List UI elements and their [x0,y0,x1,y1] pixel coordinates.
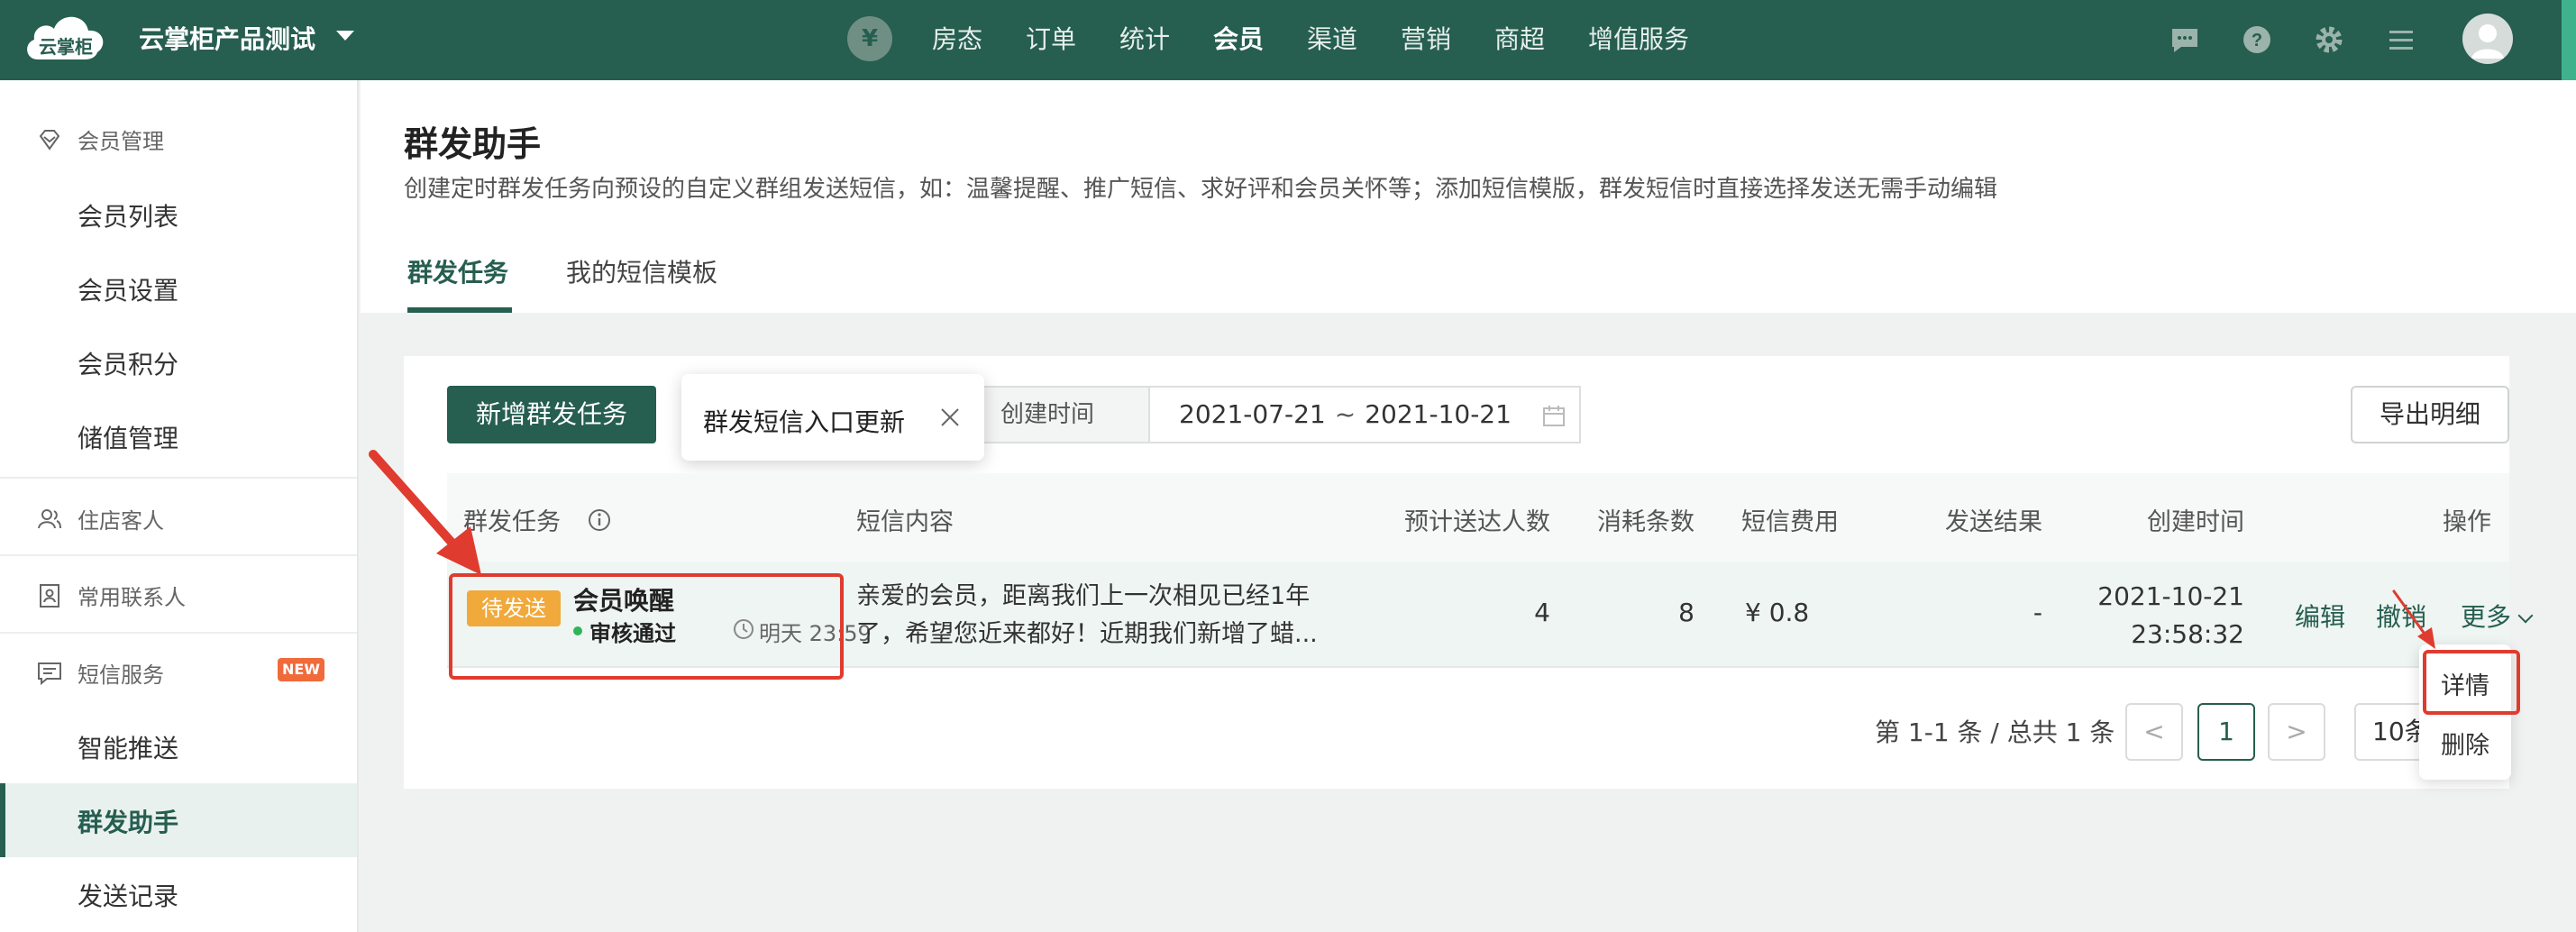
calendar-icon [1543,406,1565,426]
menu-item-delete[interactable]: 删除 [2419,726,2511,761]
column-header-recipients: 预计送达人数 [1404,508,1550,536]
sidebar-group-label: 常用联系人 [78,585,186,610]
sidebar-item-member-settings[interactable]: 会员设置 [78,271,178,307]
new-badge: NEW [278,658,324,681]
created-time-filter-label[interactable]: 创建时间 [970,386,1150,443]
message-count: 8 [1678,598,1694,627]
date-end: 2021-10-21 [1365,399,1512,429]
sms-icon [36,660,63,687]
tab-my-sms-templates[interactable]: 我的短信模板 [566,253,717,289]
shop-name[interactable]: 云掌柜产品测试 [139,20,315,56]
divider [0,477,357,479]
sidebar-item-stored-value[interactable]: 储值管理 [78,419,178,455]
chevron-down-icon [2517,608,2534,624]
top-navigation-bar: 云掌柜 云掌柜产品测试 ¥ 房态 订单 统计 会员 渠道 营销 商超 增值服务 … [0,0,2576,80]
tooltip-text: 群发短信入口更新 [703,407,906,437]
sidebar-group-label: 住店客人 [78,508,164,534]
message-icon[interactable] [2169,23,2201,56]
sidebar-group-sms-service[interactable]: 短信服务 [36,657,164,689]
nav-store[interactable]: 商超 [1494,20,1545,56]
sidebar: 会员管理 会员列表 会员设置 会员积分 储值管理 住店客人 常用联系人 短信服务… [0,80,359,932]
nav-statistics[interactable]: 统计 [1119,20,1170,56]
column-header-content: 短信内容 [856,508,954,536]
tab-mass-tasks[interactable]: 群发任务 [407,253,508,289]
sidebar-item-smart-push[interactable]: 智能推送 [78,729,178,765]
sidebar-group-in-house-guests[interactable]: 住店客人 [36,503,164,535]
annotation-highlight-task [449,573,844,680]
page-title: 群发助手 [404,124,542,164]
new-mass-task-button[interactable]: 新增群发任务 [447,386,656,443]
sidebar-item-send-records[interactable]: 发送记录 [78,877,178,913]
logo-text: 云掌柜 [39,36,93,58]
menu-icon[interactable] [2385,23,2417,56]
nav-value-added[interactable]: 增值服务 [1588,20,1689,56]
date-range-picker[interactable]: 2021-07-21 ~2021-10-21 [1150,386,1581,443]
column-header-count: 消耗条数 [1597,508,1694,536]
export-details-button[interactable]: 导出明细 [2351,386,2509,443]
next-page-button[interactable]: > [2268,703,2325,761]
nav-members[interactable]: 会员 [1213,20,1264,56]
member-management-icon [36,126,63,153]
table-header: 群发任务 短信内容 预计送达人数 消耗条数 短信费用 发送结果 创建时间 操作 [447,473,2509,562]
created-date: 2021-10-21 [2097,581,2244,611]
date-separator: ~ [1334,399,1357,429]
annotation-arrow [2392,589,2435,649]
sidebar-group-frequent-contacts[interactable]: 常用联系人 [36,580,186,611]
divider [0,632,357,634]
svg-text:?: ? [2252,31,2262,50]
annotation-highlight-details [2423,650,2520,715]
recipients-count: 4 [1534,598,1550,627]
pagination-info: 第 1-1 条 / 总共 1 条 [1875,717,2115,747]
sidebar-item-member-points[interactable]: 会员积分 [78,345,178,381]
more-label: 更多 [2461,602,2512,632]
nav-room-status[interactable]: 房态 [932,20,982,56]
sms-fee: ¥ 0.8 [1745,598,1810,627]
side-panel-tab[interactable] [2562,0,2576,80]
task-panel: 新增群发任务 创建时间 2021-07-21 ~2021-10-21 群发短信入口… [404,356,2534,789]
sms-content-line: 亲爱的会员，距离我们上一次相见已经1年 [856,582,1311,610]
date-start: 2021-07-21 [1179,399,1326,429]
active-tab-indicator [407,307,512,313]
update-tooltip: 群发短信入口更新 [681,374,984,461]
nav-marketing[interactable]: 营销 [1401,20,1451,56]
sidebar-item-member-list[interactable]: 会员列表 [78,197,178,233]
page-1-button[interactable]: 1 [2197,703,2255,761]
more-dropdown[interactable]: 更多 [2461,598,2534,634]
divider [0,554,357,556]
contact-icon [36,582,63,609]
sidebar-group-label: 会员管理 [78,129,164,154]
sidebar-group-member-management[interactable]: 会员管理 [36,123,164,155]
sidebar-item-mass-messaging[interactable]: 群发助手 [78,803,178,839]
created-clock: 23:58:32 [2131,619,2244,649]
logo[interactable]: 云掌柜 [22,9,110,63]
prev-page-button[interactable]: < [2125,703,2183,761]
column-header-actions: 操作 [2443,508,2491,536]
edit-link[interactable]: 编辑 [2295,598,2345,634]
help-icon[interactable]: ? [2241,23,2273,56]
created-time: 2021-10-21 23:58:32 [2064,578,2244,653]
guest-icon [36,506,63,533]
info-icon[interactable] [587,507,612,533]
close-icon[interactable] [939,407,961,428]
yen-icon[interactable]: ¥ [847,16,892,61]
page-header: 群发助手 创建定时群发任务向预设的自定义群组发送短信，如：温馨提醒、推广短信、求… [361,80,2576,313]
caret-down-icon[interactable] [336,31,354,41]
column-header-fee: 短信费用 [1741,508,1839,536]
column-header-result: 发送结果 [1945,508,2042,536]
page-description: 创建定时群发任务向预设的自定义群组发送短信，如：温馨提醒、推广短信、求好评和会员… [404,176,1998,203]
sms-content-line: 了，希望您近来都好！近期我们新增了蜡... [856,620,1318,648]
sms-content: 亲爱的会员，距离我们上一次相见已经1年 了，希望您近来都好！近期我们新增了蜡..… [856,578,1343,653]
send-result: - [2032,598,2042,627]
column-header-created-time: 创建时间 [2147,508,2244,536]
settings-icon[interactable] [2313,23,2345,56]
sidebar-group-label: 短信服务 [78,662,164,688]
nav-orders[interactable]: 订单 [1026,20,1076,56]
annotation-arrow [369,450,481,575]
nav-channels[interactable]: 渠道 [1307,20,1357,56]
avatar[interactable] [2462,14,2513,64]
